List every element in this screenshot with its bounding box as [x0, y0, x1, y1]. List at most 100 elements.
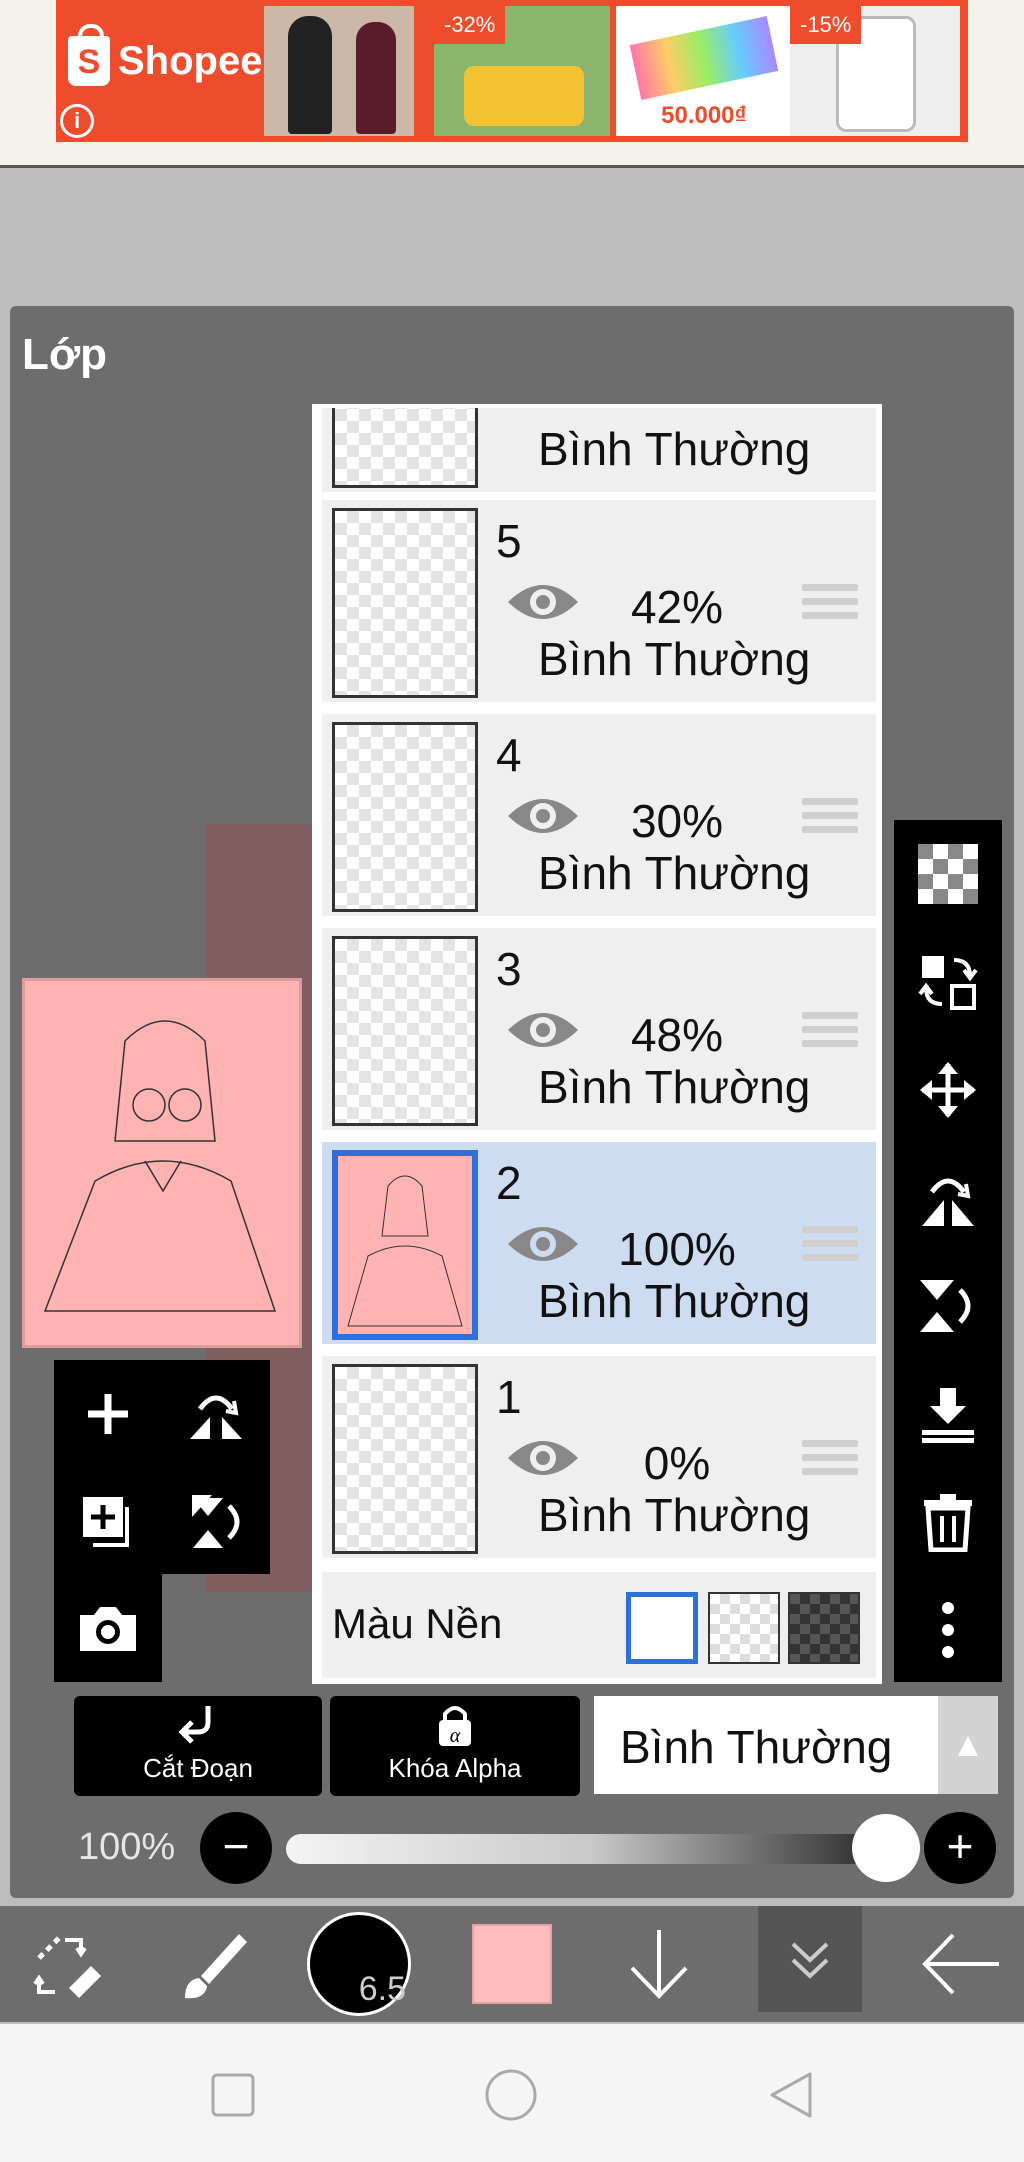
- layer-thumbnail: [332, 1364, 478, 1554]
- trash-icon: [924, 1494, 972, 1552]
- layer-row[interactable]: Bình Thường: [322, 408, 876, 496]
- layer-row[interactable]: 1 0% Bình Thường: [322, 1356, 876, 1562]
- bg-option-transparent[interactable]: [708, 1592, 780, 1664]
- drag-handle-icon[interactable]: [802, 1012, 858, 1052]
- shopee-bag-icon: S: [68, 24, 110, 86]
- right-layer-tools: [894, 820, 1002, 1682]
- transform-tool-button[interactable]: [10, 1906, 120, 2022]
- layer-list[interactable]: Bình Thường 5 42% Bình Thường 4 30% Bình…: [312, 404, 882, 1684]
- layer-row[interactable]: 3 48% Bình Thường: [322, 928, 876, 1134]
- canvas-preview[interactable]: [22, 978, 302, 1348]
- drag-handle-icon[interactable]: [802, 1226, 858, 1266]
- opacity-label: 100%: [78, 1826, 176, 1868]
- ad-product-image[interactable]: 50.000₫: [616, 6, 792, 136]
- flip-layer-horizontal-button[interactable]: [894, 1144, 1002, 1252]
- shopee-ad-banner[interactable]: S Shopee i -32% 50.000₫ -15%: [56, 0, 968, 142]
- flip-vertical-icon: [920, 1280, 971, 1332]
- more-options-button[interactable]: [894, 1576, 1002, 1684]
- layer-blend-mode[interactable]: Bình Thường: [538, 846, 810, 900]
- clip-arrow-icon: [74, 1702, 322, 1759]
- move-icon: [920, 1062, 976, 1118]
- flip-layer-vertical-button[interactable]: [894, 1252, 1002, 1360]
- flip-horizontal-button[interactable]: [162, 1360, 270, 1468]
- brush-size-button[interactable]: 6.5: [304, 1906, 414, 2022]
- layer-down-button[interactable]: [604, 1906, 714, 2022]
- transform-eraser-icon: [33, 1936, 101, 1998]
- layer-blend-mode[interactable]: Bình Thường: [538, 1060, 810, 1114]
- delete-layer-button[interactable]: [894, 1468, 1002, 1576]
- layer-blend-mode[interactable]: Bình Thường: [538, 1274, 810, 1328]
- flip-vertical-button[interactable]: [162, 1468, 270, 1576]
- layer-blend-mode[interactable]: Bình Thường: [538, 1488, 810, 1542]
- home-icon[interactable]: [484, 2068, 538, 2122]
- layer-row[interactable]: 5 42% Bình Thường: [322, 500, 876, 706]
- left-layer-tools-extra: [54, 1574, 162, 1682]
- blend-mode-select[interactable]: Bình Thường: [594, 1696, 938, 1794]
- layer-opacity: 0%: [643, 1437, 711, 1489]
- shopee-brand-text: Shopee: [118, 38, 263, 83]
- drag-handle-icon[interactable]: [802, 584, 858, 624]
- layer-row-selected[interactable]: 2 100% Bình Thường: [322, 1142, 876, 1348]
- layer-thumbnail-drawing: [347, 1175, 463, 1327]
- ad-product-image[interactable]: [264, 6, 414, 136]
- blend-mode-arrow-icon[interactable]: ▲: [938, 1696, 998, 1794]
- svg-text:α: α: [450, 1725, 461, 1747]
- bg-option-dark-checker[interactable]: [788, 1592, 860, 1664]
- transparency-button[interactable]: [894, 820, 1002, 928]
- flip-horizontal-icon: [190, 1395, 242, 1439]
- drag-handle-icon[interactable]: [802, 798, 858, 838]
- eye-icon[interactable]: [506, 790, 580, 842]
- copy-plus-icon: [83, 1497, 129, 1547]
- blend-mode-value: Bình Thường: [620, 1721, 893, 1773]
- alpha-lock-button[interactable]: α Khóa Alpha: [330, 1696, 580, 1796]
- collapse-panel-button[interactable]: [758, 1906, 862, 2012]
- eye-icon[interactable]: [506, 1004, 580, 1056]
- camera-button[interactable]: [54, 1574, 162, 1682]
- back-nav-icon[interactable]: [766, 2070, 816, 2120]
- clipping-button[interactable]: Cắt Đoạn: [74, 1696, 322, 1796]
- opacity-slider-thumb[interactable]: [852, 1814, 920, 1882]
- recent-apps-icon[interactable]: [210, 2072, 256, 2118]
- bg-option-white[interactable]: [626, 1592, 698, 1664]
- layer-blend-mode[interactable]: Bình Thường: [538, 632, 810, 686]
- brush-tool-button[interactable]: [156, 1906, 266, 2022]
- layer-opacity: 100%: [618, 1223, 736, 1275]
- brush-icon: [185, 1934, 247, 1999]
- clipping-label: Cắt Đoạn: [143, 1753, 253, 1783]
- layer-row[interactable]: 4 30% Bình Thường: [322, 714, 876, 920]
- left-layer-tools: [54, 1360, 270, 1574]
- color-picker-button[interactable]: [462, 1906, 562, 2022]
- drag-handle-icon[interactable]: [802, 1440, 858, 1480]
- drawing-preview: [43, 1020, 277, 1312]
- opacity-decrease-button[interactable]: −: [200, 1812, 272, 1884]
- ad-product-image[interactable]: -15%: [790, 6, 960, 136]
- brush-size-icon: 6.5: [307, 1912, 411, 2016]
- layer-opacity: 30%: [630, 795, 724, 847]
- arrow-down-icon: [630, 1930, 688, 1999]
- discount-badge: -32%: [434, 6, 506, 44]
- duplicate-layer-button[interactable]: [54, 1468, 162, 1576]
- opacity-slider[interactable]: [286, 1834, 896, 1864]
- arrow-left-icon: [922, 1933, 999, 1995]
- system-navigation-bar: [0, 2024, 1024, 2162]
- add-layer-button[interactable]: [54, 1360, 162, 1468]
- back-button[interactable]: [906, 1906, 1016, 2022]
- layer-thumbnail: [332, 722, 478, 912]
- swap-icon: [918, 956, 978, 1010]
- flip-vertical-icon: [192, 1495, 240, 1548]
- eye-icon[interactable]: [506, 1432, 580, 1484]
- merge-down-button[interactable]: [894, 1360, 1002, 1468]
- swap-layer-button[interactable]: [894, 928, 1002, 1036]
- layer-thumbnail: [332, 936, 478, 1126]
- eye-icon[interactable]: [506, 1218, 580, 1270]
- move-button[interactable]: [894, 1036, 1002, 1144]
- layer-name: 5: [496, 515, 522, 567]
- current-color-swatch: [472, 1924, 552, 2004]
- ad-product-image[interactable]: -32%: [434, 6, 610, 136]
- discount-badge: -15%: [790, 6, 862, 44]
- ad-info-icon[interactable]: i: [60, 104, 94, 138]
- layer-blend-mode[interactable]: Bình Thường: [538, 422, 810, 476]
- layer-opacity: 42%: [630, 581, 724, 633]
- opacity-increase-button[interactable]: +: [924, 1812, 996, 1884]
- eye-icon[interactable]: [506, 576, 580, 628]
